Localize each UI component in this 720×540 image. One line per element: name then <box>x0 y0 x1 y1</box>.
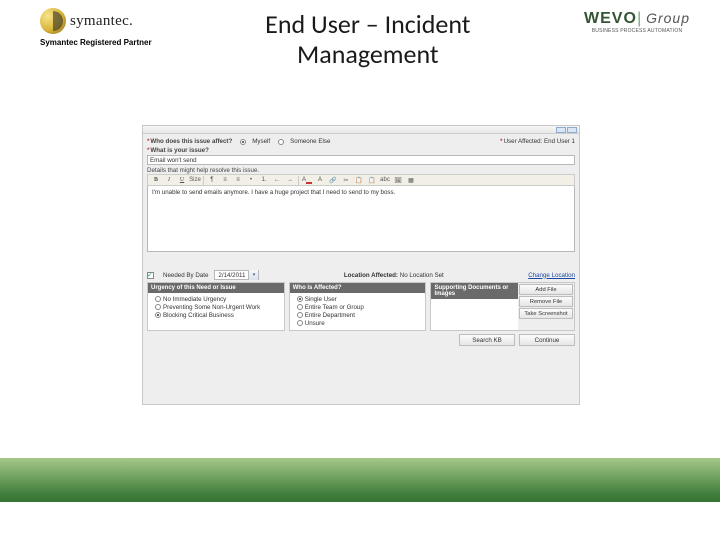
toolbar-link-button[interactable]: 🔗 <box>328 176 338 185</box>
toolbar-bold-button[interactable]: B <box>151 176 161 185</box>
toolbar-spell-button[interactable]: abc <box>380 176 390 185</box>
affected-header: Who is Affected? <box>290 283 426 293</box>
toolbar-forecolor-button[interactable]: A <box>302 176 312 185</box>
toolbar-size-button[interactable]: Size <box>190 176 200 185</box>
urgency-option-0[interactable]: No Immediate Urgency <box>151 296 281 303</box>
toolbar-cut-button[interactable]: ✂ <box>341 176 351 185</box>
chevron-down-icon[interactable]: ▾ <box>248 270 258 280</box>
slide-header: symantec. Symantec Registered Partner En… <box>0 0 720 74</box>
toolbar-separator <box>298 176 299 185</box>
affected-option-3[interactable]: Unsure <box>293 320 423 327</box>
location-text: Location Affected: No Location Set <box>344 272 444 279</box>
toolbar-para-button[interactable]: ¶ <box>207 176 217 185</box>
urgency-panel: Urgency of this Need or Issue No Immedia… <box>147 282 285 331</box>
affected-panel: Who is Affected? Single User Entire Team… <box>289 282 427 331</box>
issue-row: *What is your issue? Email won't send <box>147 147 575 165</box>
date-location-row: Needed By Date 2/14/2011▾ Location Affec… <box>147 270 575 280</box>
needed-by-date-input[interactable]: 2/14/2011▾ <box>214 270 259 280</box>
remove-file-button[interactable]: Remove File <box>519 296 573 307</box>
urgency-header: Urgency of this Need or Issue <box>148 283 284 293</box>
window-titlebar <box>143 126 579 134</box>
details-row: Details that might help resolve this iss… <box>147 167 575 252</box>
incident-form-window: *Who does this issue affect? Myself Some… <box>142 125 580 405</box>
issue-input[interactable]: Email won't send <box>147 155 575 165</box>
affects-label: *Who does this issue affect? <box>147 138 232 145</box>
supporting-panel: Supporting Documents or Images Add File … <box>430 282 575 331</box>
urgency-option-1[interactable]: Preventing Some Non-Urgent Work <box>151 304 281 311</box>
form-footer: Search KB Continue <box>147 334 575 346</box>
symantec-sphere-icon <box>40 8 66 34</box>
toolbar-bullets-button[interactable]: • <box>246 176 256 185</box>
details-label: Details that might help resolve this iss… <box>147 167 575 174</box>
search-kb-button[interactable]: Search KB <box>459 334 515 346</box>
slide-title: End User – Incident Management <box>265 10 470 70</box>
toolbar-align-center-button[interactable]: ≡ <box>233 176 243 185</box>
toolbar-backcolor-button[interactable]: A <box>315 176 325 185</box>
panels-row: Urgency of this Need or Issue No Immedia… <box>147 282 575 331</box>
user-affected: *User Affected: End User 1 <box>500 138 575 145</box>
slide-title-line2: Management <box>265 40 470 70</box>
wevo-wordmark: WEVO|Group <box>584 10 690 28</box>
toolbar-italic-button[interactable]: I <box>164 176 174 185</box>
slide-title-line1: End User – Incident <box>265 10 470 40</box>
toolbar-separator <box>203 176 204 185</box>
symantec-subtext: Symantec Registered Partner <box>40 38 152 47</box>
toolbar-underline-button[interactable]: U <box>177 176 187 185</box>
slide-footer-band <box>0 458 720 540</box>
rich-text-toolbar: B I U Size ¶ ≡ ≡ • 1. ← → A A 🔗 ✂ 📋 📋 ab… <box>147 174 575 186</box>
affected-option-1[interactable]: Entire Team or Group <box>293 304 423 311</box>
affects-row: *Who does this issue affect? Myself Some… <box>147 138 575 145</box>
symantec-wordmark: symantec. <box>70 13 133 30</box>
wevo-logo-block: WEVO|Group BUSINESS PROCESS AUTOMATION <box>584 10 690 34</box>
radio-myself-label: Myself <box>252 138 270 145</box>
affected-option-0[interactable]: Single User <box>293 296 423 303</box>
toolbar-table-button[interactable]: ▦ <box>406 176 416 185</box>
symantec-logo-block: symantec. Symantec Registered Partner <box>40 8 152 47</box>
affected-option-2[interactable]: Entire Department <box>293 312 423 319</box>
add-file-button[interactable]: Add File <box>519 284 573 295</box>
toolbar-image-button[interactable]: 🖼 <box>393 176 403 185</box>
toolbar-indent-button[interactable]: → <box>285 176 295 185</box>
needed-by-label: Needed By Date <box>163 272 208 279</box>
supporting-header: Supporting Documents or Images <box>431 283 518 299</box>
continue-button[interactable]: Continue <box>519 334 575 346</box>
details-textarea[interactable]: I'm unable to send emails anymore. I hav… <box>147 186 575 252</box>
issue-label: *What is your issue? <box>147 147 575 154</box>
needed-by-checkbox[interactable] <box>147 272 154 279</box>
toolbar-outdent-button[interactable]: ← <box>272 176 282 185</box>
radio-myself[interactable] <box>240 139 246 145</box>
toolbar-copy-button[interactable]: 📋 <box>354 176 364 185</box>
window-minimize-button[interactable] <box>556 127 566 133</box>
toolbar-align-left-button[interactable]: ≡ <box>220 176 230 185</box>
radio-someone-else[interactable] <box>278 139 284 145</box>
attachments-list <box>431 299 518 330</box>
change-location-link[interactable]: Change Location <box>528 272 575 279</box>
wevo-subtext: BUSINESS PROCESS AUTOMATION <box>592 28 683 34</box>
urgency-option-2[interactable]: Blocking Critical Business <box>151 312 281 319</box>
toolbar-numbers-button[interactable]: 1. <box>259 176 269 185</box>
radio-someone-else-label: Someone Else <box>290 138 330 145</box>
take-screenshot-button[interactable]: Take Screenshot <box>519 308 573 319</box>
window-maximize-button[interactable] <box>567 127 577 133</box>
toolbar-paste-button[interactable]: 📋 <box>367 176 377 185</box>
